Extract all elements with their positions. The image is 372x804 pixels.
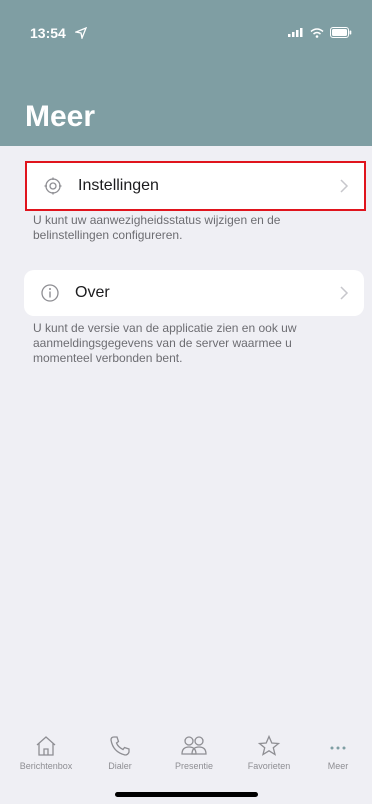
about-row[interactable]: Over <box>24 270 364 316</box>
chevron-right-icon <box>340 286 349 300</box>
tab-favorieten[interactable]: Favorieten <box>233 734 305 771</box>
tab-label: Dialer <box>108 761 132 771</box>
tab-label: Berichtenbox <box>19 761 73 771</box>
tab-berichtenbox[interactable]: Berichtenbox <box>10 734 82 771</box>
location-arrow-icon <box>75 27 87 39</box>
status-time: 13:54 <box>30 25 66 41</box>
tab-label: Favorieten <box>247 761 291 771</box>
tab-presentie[interactable]: Presentie <box>158 734 230 771</box>
phone-icon <box>110 736 130 756</box>
page-title: Meer <box>25 100 96 133</box>
gear-icon <box>44 177 62 195</box>
tab-label: Meer <box>327 761 349 771</box>
home-icon <box>36 736 56 756</box>
signal-icon <box>288 27 303 37</box>
settings-description: U kunt uw aanwezigheidsstatus wijzigen e… <box>33 213 281 242</box>
tab-label: Presentie <box>174 761 214 771</box>
header: 13:54 Meer <box>0 0 372 146</box>
info-icon <box>41 284 59 302</box>
star-icon <box>257 734 281 756</box>
tab-dialer[interactable]: Dialer <box>84 734 156 771</box>
tab-meer[interactable]: Meer <box>308 734 368 771</box>
home-indicator <box>115 792 258 797</box>
chevron-right-icon <box>340 179 349 193</box>
settings-row[interactable]: Instellingen <box>25 161 366 211</box>
battery-icon <box>330 27 352 38</box>
about-label: Over <box>75 284 110 301</box>
settings-label: Instellingen <box>78 177 159 194</box>
people-icon <box>181 736 207 755</box>
more-icon <box>330 746 346 750</box>
wifi-icon <box>310 27 324 38</box>
status-bar: 13:54 <box>0 0 372 50</box>
status-right <box>288 27 352 38</box>
about-description: U kunt de versie van de applicatie zien … <box>33 321 297 365</box>
